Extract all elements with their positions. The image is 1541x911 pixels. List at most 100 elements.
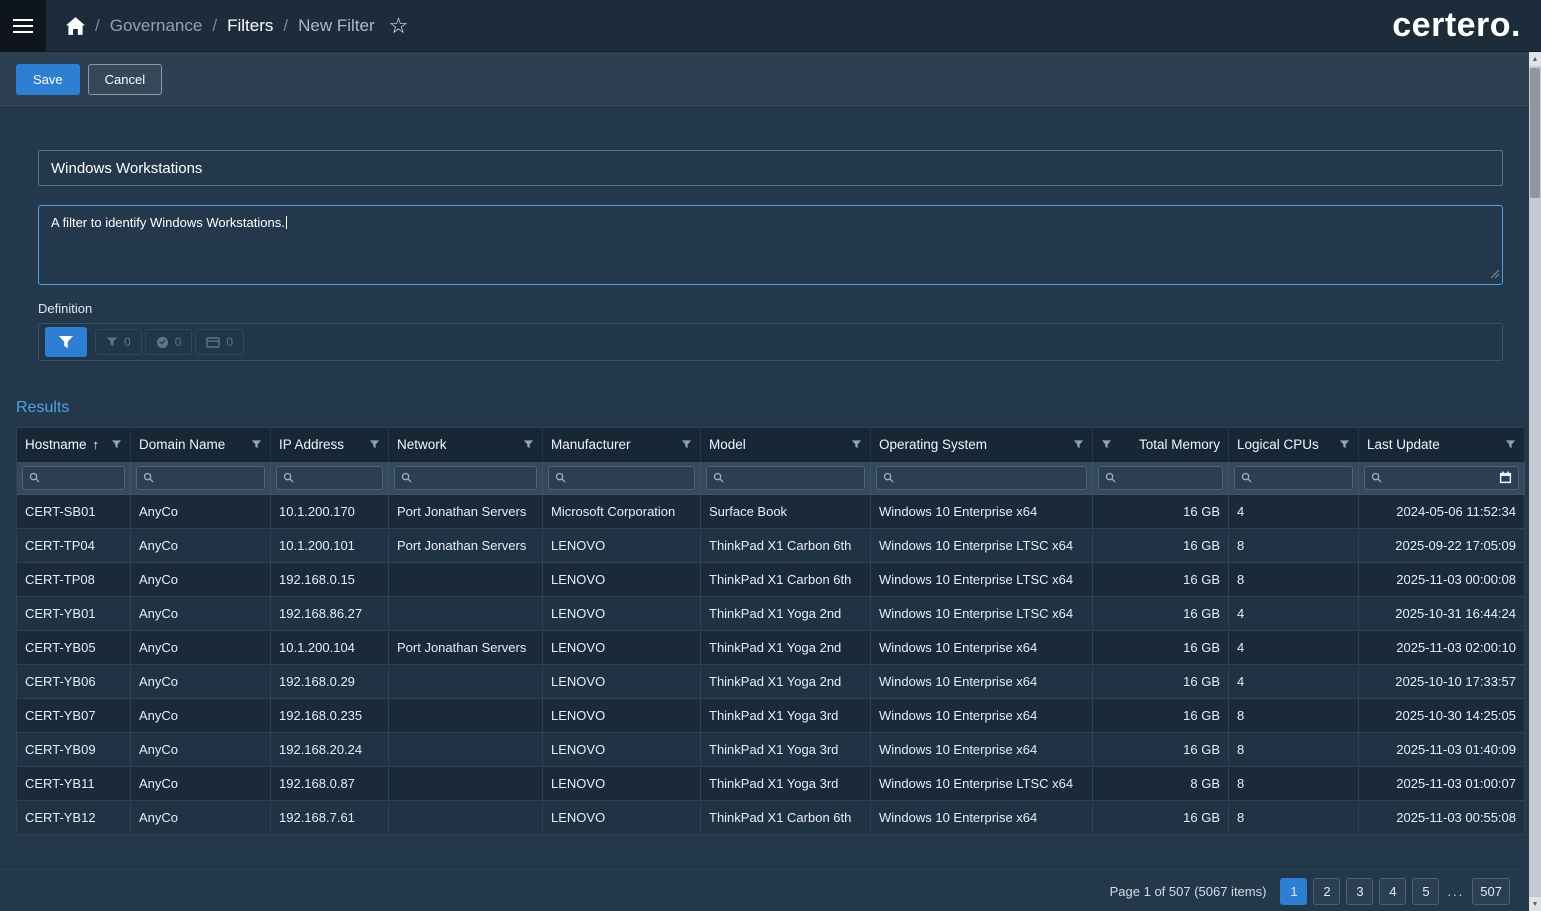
- table-cell: 16 GB: [1093, 563, 1229, 597]
- table-cell: LENOVO: [543, 597, 701, 631]
- column-filter-icon[interactable]: [681, 439, 692, 450]
- search-icon: [1371, 472, 1382, 483]
- column-search-input-logical-cpus[interactable]: [1257, 471, 1346, 485]
- filter-description-input[interactable]: A filter to identify Windows Workstation…: [38, 205, 1503, 285]
- column-header-last-update[interactable]: Last Update: [1359, 428, 1525, 462]
- breadcrumb-governance[interactable]: Governance: [110, 16, 203, 36]
- check-count: 0: [175, 335, 182, 349]
- vertical-scrollbar[interactable]: ▲ ▼: [1529, 52, 1541, 911]
- search-icon: [1241, 472, 1252, 483]
- main-content: A filter to identify Windows Workstation…: [0, 150, 1541, 835]
- column-search-box: [876, 466, 1087, 490]
- table-cell: Windows 10 Enterprise x64: [871, 665, 1093, 699]
- resize-grip-icon[interactable]: [1490, 267, 1500, 282]
- table-cell: 16 GB: [1093, 597, 1229, 631]
- column-label: Model: [709, 437, 746, 452]
- check-count-button[interactable]: 0: [145, 329, 193, 355]
- hamburger-menu-icon[interactable]: [0, 0, 46, 52]
- table-row[interactable]: CERT-TP08AnyCo192.168.0.15LENOVOThinkPad…: [17, 563, 1525, 597]
- column-header-hostname[interactable]: Hostname↑: [17, 428, 131, 462]
- column-header-domain-name[interactable]: Domain Name: [131, 428, 271, 462]
- column-filter-icon[interactable]: [1505, 439, 1516, 450]
- column-search-box: [1234, 466, 1353, 490]
- scrollbar-thumb[interactable]: [1530, 68, 1540, 198]
- save-button[interactable]: Save: [16, 64, 80, 95]
- table-cell: 192.168.0.87: [271, 767, 389, 801]
- page-button-3[interactable]: 3: [1346, 878, 1373, 905]
- column-search-input-operating-system[interactable]: [899, 471, 1080, 485]
- column-search-input-network[interactable]: [417, 471, 530, 485]
- column-filter-icon[interactable]: [111, 439, 122, 450]
- column-filter-icon[interactable]: [1339, 439, 1350, 450]
- table-cell: [389, 563, 543, 597]
- table-cell: Windows 10 Enterprise x64: [871, 801, 1093, 835]
- sort-asc-icon: ↑: [93, 437, 100, 452]
- calendar-icon[interactable]: [1499, 471, 1512, 484]
- column-header-manufacturer[interactable]: Manufacturer: [543, 428, 701, 462]
- table-cell: AnyCo: [131, 495, 271, 529]
- page-button-507[interactable]: 507: [1472, 878, 1510, 905]
- table-cell: 16 GB: [1093, 529, 1229, 563]
- column-search-input-hostname[interactable]: [45, 471, 118, 485]
- search-icon: [555, 472, 566, 483]
- column-search-input-total-memory[interactable]: [1121, 471, 1216, 485]
- results-title: Results: [16, 399, 1525, 417]
- column-filter-icon[interactable]: [523, 439, 534, 450]
- table-cell: 2025-11-03 01:40:09: [1359, 733, 1525, 767]
- column-filter-icon[interactable]: [1073, 439, 1084, 450]
- column-search-cell: [701, 462, 871, 495]
- column-header-total-memory[interactable]: Total Memory: [1093, 428, 1229, 462]
- favorite-star-icon[interactable]: ☆: [389, 15, 409, 37]
- page-button-2[interactable]: 2: [1313, 878, 1340, 905]
- table-cell: Port Jonathan Servers: [389, 529, 543, 563]
- column-search-input-last-update[interactable]: [1387, 471, 1494, 485]
- scroll-down-arrow[interactable]: ▼: [1529, 897, 1541, 911]
- table-row[interactable]: CERT-TP04AnyCo10.1.200.101Port Jonathan …: [17, 529, 1525, 563]
- table-row[interactable]: CERT-YB09AnyCo192.168.20.24LENOVOThinkPa…: [17, 733, 1525, 767]
- add-filter-button[interactable]: [45, 327, 87, 357]
- table-row[interactable]: CERT-SB01AnyCo10.1.200.170Port Jonathan …: [17, 495, 1525, 529]
- column-filter-icon[interactable]: [369, 439, 380, 450]
- column-header-operating-system[interactable]: Operating System: [871, 428, 1093, 462]
- column-search-input-model[interactable]: [729, 471, 858, 485]
- filter-name-input[interactable]: [38, 150, 1503, 186]
- page-summary: Page 1 of 507 (5067 items): [1110, 884, 1267, 899]
- column-header-logical-cpus[interactable]: Logical CPUs: [1229, 428, 1359, 462]
- page-button-4[interactable]: 4: [1379, 878, 1406, 905]
- column-filter-icon[interactable]: [851, 439, 862, 450]
- column-filter-icon[interactable]: [251, 439, 262, 450]
- certero-logo: certero.: [1392, 6, 1521, 45]
- page-button-5[interactable]: 5: [1412, 878, 1439, 905]
- table-cell: Windows 10 Enterprise LTSC x64: [871, 597, 1093, 631]
- column-header-ip-address[interactable]: IP Address: [271, 428, 389, 462]
- table-row[interactable]: CERT-YB12AnyCo192.168.7.61LENOVOThinkPad…: [17, 801, 1525, 835]
- table-row[interactable]: CERT-YB01AnyCo192.168.86.27LENOVOThinkPa…: [17, 597, 1525, 631]
- column-search-input-ip-address[interactable]: [299, 471, 376, 485]
- check-circle-icon: [156, 336, 169, 349]
- column-header-model[interactable]: Model: [701, 428, 871, 462]
- column-search-input-manufacturer[interactable]: [571, 471, 688, 485]
- page-button-1[interactable]: 1: [1280, 878, 1307, 905]
- table-cell: CERT-YB07: [17, 699, 131, 733]
- column-label: Manufacturer: [551, 437, 631, 452]
- table-cell: AnyCo: [131, 699, 271, 733]
- table-row[interactable]: CERT-YB05AnyCo10.1.200.104Port Jonathan …: [17, 631, 1525, 665]
- column-filter-icon[interactable]: [1101, 439, 1112, 450]
- card-count-button[interactable]: 0: [195, 329, 244, 355]
- definition-label: Definition: [38, 301, 1503, 316]
- cancel-button[interactable]: Cancel: [88, 64, 162, 95]
- column-header-network[interactable]: Network: [389, 428, 543, 462]
- table-row[interactable]: CERT-YB11AnyCo192.168.0.87LENOVOThinkPad…: [17, 767, 1525, 801]
- filter-count-button[interactable]: 0: [95, 329, 142, 355]
- table-cell: 8: [1229, 529, 1359, 563]
- table-cell: CERT-YB06: [17, 665, 131, 699]
- scroll-up-arrow[interactable]: ▲: [1529, 52, 1541, 66]
- home-icon[interactable]: [66, 17, 85, 35]
- column-search-input-domain-name[interactable]: [159, 471, 258, 485]
- table-cell: 16 GB: [1093, 495, 1229, 529]
- breadcrumb-filters[interactable]: Filters: [227, 16, 273, 36]
- table-row[interactable]: CERT-YB06AnyCo192.168.0.29LENOVOThinkPad…: [17, 665, 1525, 699]
- table-row[interactable]: CERT-YB07AnyCo192.168.0.235LENOVOThinkPa…: [17, 699, 1525, 733]
- search-icon: [283, 472, 294, 483]
- table-cell: Windows 10 Enterprise x64: [871, 699, 1093, 733]
